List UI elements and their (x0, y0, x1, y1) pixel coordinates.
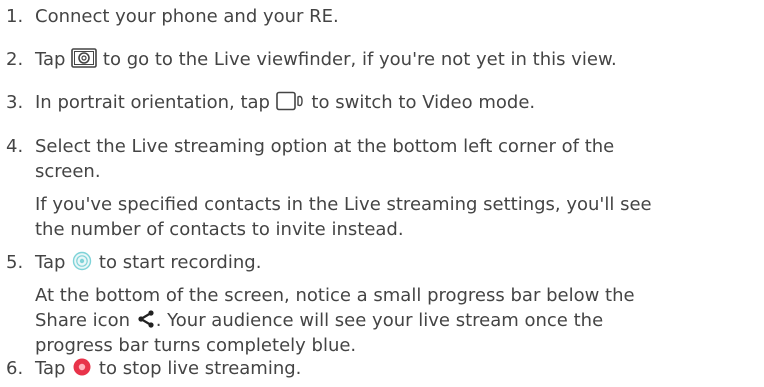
step-text-pre: Tap (35, 252, 72, 273)
step-text: In portrait orientation, tap to switch t… (35, 91, 535, 118)
step-note-line-3: progress bar turns completely blue. (35, 335, 357, 356)
step-text-line-1: Select the Live streaming option at the … (35, 136, 615, 157)
step-number: 1. (6, 6, 24, 27)
step-note-pre: Share icon (35, 310, 136, 331)
step-number: 4. (6, 136, 24, 157)
step-text: Tap to stop live streaming. (35, 357, 301, 384)
step-text: Connect your phone and your RE. (35, 6, 339, 27)
step-text-post: to go to the Live viewfinder, if you're … (97, 49, 617, 70)
step-text: Tap to go to the Live viewfinder, if you… (35, 48, 617, 75)
start-recording-icon (71, 251, 93, 278)
step-text-post: to start recording. (93, 252, 262, 273)
step-note-line-2: Share icon . Your audience will see your… (35, 309, 603, 336)
step-number: 5. (6, 252, 24, 273)
step-note-line-1: If you've specified contacts in the Live… (35, 194, 652, 215)
step-note-line-2: the number of contacts to invite instead… (35, 219, 404, 240)
step-number: 6. (6, 358, 24, 379)
step-text-post: to switch to Video mode. (305, 92, 536, 113)
step-text: Tap to start recording. (35, 251, 261, 278)
step-text-pre: Tap (35, 49, 72, 70)
step-text-post: to stop live streaming. (93, 358, 302, 379)
video-mode-icon (275, 91, 306, 118)
step-note-post: . Your audience will see your live strea… (155, 310, 604, 331)
step-note-line-1: At the bottom of the screen, notice a sm… (35, 285, 635, 306)
share-icon (136, 309, 156, 336)
step-number: 3. (6, 92, 24, 113)
step-text-line-2: screen. (35, 161, 101, 182)
camera-viewfinder-icon (71, 48, 98, 75)
step-number: 2. (6, 49, 24, 70)
stop-streaming-icon (71, 357, 93, 384)
step-text-pre: Tap (35, 358, 72, 379)
step-text-pre: In portrait orientation, tap (35, 92, 276, 113)
